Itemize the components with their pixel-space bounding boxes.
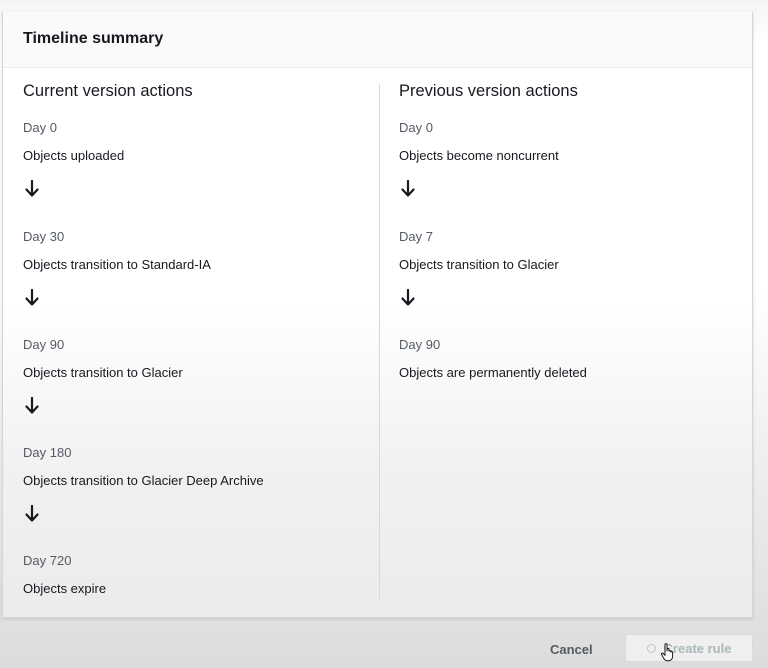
step-day: Day 0 bbox=[399, 120, 433, 135]
timeline-summary-panel: Timeline summary Current version actions… bbox=[2, 12, 753, 618]
step-action: Objects transition to Standard-IA bbox=[23, 257, 211, 272]
cancel-button[interactable]: Cancel bbox=[540, 640, 603, 659]
modal-footer: Cancel Create rule bbox=[0, 630, 768, 668]
previous-version-title: Previous version actions bbox=[399, 82, 578, 100]
column-divider bbox=[379, 84, 380, 600]
spinner-icon bbox=[646, 643, 656, 653]
step-day: Day 180 bbox=[23, 445, 72, 460]
step-day: Day 0 bbox=[23, 120, 57, 135]
step-action: Objects uploaded bbox=[23, 148, 125, 163]
step-day: Day 7 bbox=[399, 229, 433, 244]
arrow-down-icon bbox=[401, 180, 415, 197]
step-day: Day 720 bbox=[23, 553, 72, 568]
hand-cursor-icon bbox=[660, 643, 674, 662]
arrow-down-icon bbox=[401, 289, 415, 306]
step-action: Objects transition to Glacier bbox=[23, 365, 183, 380]
arrow-down-icon bbox=[25, 180, 39, 197]
arrow-down-icon bbox=[25, 505, 39, 522]
current-version-title: Current version actions bbox=[23, 82, 193, 100]
panel-header: Timeline summary bbox=[3, 12, 752, 68]
step-action: Objects become noncurrent bbox=[399, 148, 559, 163]
panel-title: Timeline summary bbox=[23, 30, 164, 47]
step-day: Day 30 bbox=[23, 229, 65, 244]
step-day: Day 90 bbox=[23, 337, 65, 352]
arrow-down-icon bbox=[25, 289, 39, 306]
create-rule-button[interactable]: Create rule bbox=[625, 634, 753, 662]
step-action: Objects are permanently deleted bbox=[399, 365, 587, 380]
step-action: Objects transition to Glacier bbox=[399, 257, 559, 272]
arrow-down-icon bbox=[25, 397, 39, 414]
step-action: Objects expire bbox=[23, 581, 107, 596]
step-day: Day 90 bbox=[399, 337, 441, 352]
modal-viewport: Timeline summary Current version actions… bbox=[0, 0, 768, 668]
step-action: Objects transition to Glacier Deep Archi… bbox=[23, 473, 264, 488]
